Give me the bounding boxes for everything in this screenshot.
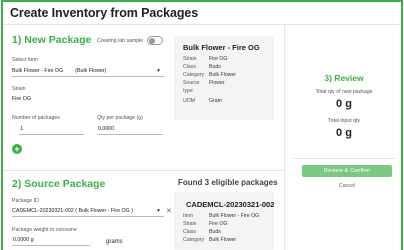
add-package-button[interactable]: + — [12, 144, 22, 154]
new-package-title: 1) New Package — [12, 34, 92, 46]
eligible-card-row: Item Bulk Flower - Fire OG — [183, 213, 259, 219]
row-key: UOM — [183, 98, 196, 104]
row-key: Category — [183, 72, 205, 78]
item-card-row: type — [183, 88, 209, 94]
lab-sample-toggle-wrap[interactable]: Creating lab sample — [97, 36, 164, 45]
row-value: Fire OG — [209, 221, 228, 227]
num-packages-input[interactable]: 1 — [19, 124, 84, 135]
row-key: Item — [183, 213, 194, 219]
row-key: Strain — [183, 56, 197, 62]
total-new-package-value: 0 g — [336, 98, 352, 110]
select-item-label: Select Item — [12, 57, 38, 63]
row-value: Bulk Flower — [209, 237, 237, 243]
total-input-value: 0 g — [336, 127, 352, 139]
select-item-dropdown[interactable]: Bulk Flower - Fire OG (Bulk Flower) ▼ — [12, 66, 164, 77]
row-value: Flower — [209, 80, 225, 86]
total-new-package-label: Total qty of new package — [315, 89, 373, 95]
eligible-card-row: Strain Fire OG — [183, 221, 227, 227]
page-title: Create Inventory from Packages — [10, 6, 199, 20]
strain-value: Fire OG — [12, 96, 32, 102]
row-key: Strain — [183, 221, 197, 227]
cancel-button[interactable]: Cancel — [302, 183, 392, 189]
item-card-row: UOM Gram — [183, 98, 222, 104]
caret-down-icon: ▼ — [156, 68, 161, 74]
strain-label: Strain — [12, 86, 26, 92]
package-id-value: CADEMCL-20230321-002 ( Bulk Flower - Fir… — [12, 208, 133, 214]
row-key: Category — [183, 237, 205, 243]
lab-sample-label: Creating lab sample — [97, 37, 144, 44]
row-key: Source — [183, 80, 200, 86]
plus-circle-icon: + — [14, 144, 20, 154]
item-card-title: Bulk Flower - Fire OG — [183, 43, 260, 52]
select-item-value: Bulk Flower - Fire OG — [12, 68, 64, 74]
package-id-label: Package ID — [12, 198, 39, 204]
item-card-row: Class Buds — [183, 64, 221, 70]
item-card-row: Strain Fire OG — [183, 56, 227, 62]
weight-unit: grams — [106, 239, 123, 245]
select-item-type: (Bulk Flower) — [75, 68, 107, 74]
eligible-card-row: Category Bulk Flower — [183, 237, 236, 243]
title-divider — [3, 24, 401, 25]
row-key: type — [183, 88, 193, 94]
qty-per-package-input[interactable]: 0.0000 — [97, 124, 163, 135]
source-package-title: 2) Source Package — [12, 178, 106, 190]
close-icon[interactable]: ✕ — [166, 207, 172, 215]
eligible-card-title: CADEMCL-20230321-002 — [186, 200, 275, 209]
row-value: Fire OG — [209, 56, 228, 62]
section-divider — [3, 170, 284, 171]
review-title: 3) Review — [324, 73, 364, 83]
item-card-row: Source Flower — [183, 80, 225, 86]
caret-down-icon: ▼ — [156, 208, 161, 214]
row-key: Class — [183, 229, 196, 235]
row-key: Class — [183, 64, 196, 70]
weight-input[interactable]: 0.0000 g — [12, 235, 90, 246]
total-input-label: Total input qty — [327, 118, 360, 124]
row-value: Buds — [209, 64, 221, 70]
eligible-card-row: Class Buds — [183, 229, 221, 235]
item-card-row: Category Bulk Flower — [183, 72, 236, 78]
row-value: Bulk Flower - Fire OG — [209, 213, 260, 219]
package-id-dropdown[interactable]: CADEMCL-20230321-002 ( Bulk Flower - Fir… — [12, 206, 164, 217]
review-actions-divider — [292, 158, 396, 159]
review-confirm-button[interactable]: Review & Confirm — [302, 165, 392, 177]
eligible-count-text: Found 3 eligible packages — [178, 178, 278, 187]
row-value: Buds — [209, 229, 221, 235]
weight-label: Package weight to consume — [12, 227, 77, 233]
row-value: Bulk Flower — [209, 72, 237, 78]
row-value: Gram — [209, 98, 222, 104]
qty-per-package-label: Qty per package (g) — [97, 115, 143, 121]
num-packages-label: Number of packages — [12, 115, 60, 121]
lab-sample-toggle[interactable] — [147, 36, 164, 45]
